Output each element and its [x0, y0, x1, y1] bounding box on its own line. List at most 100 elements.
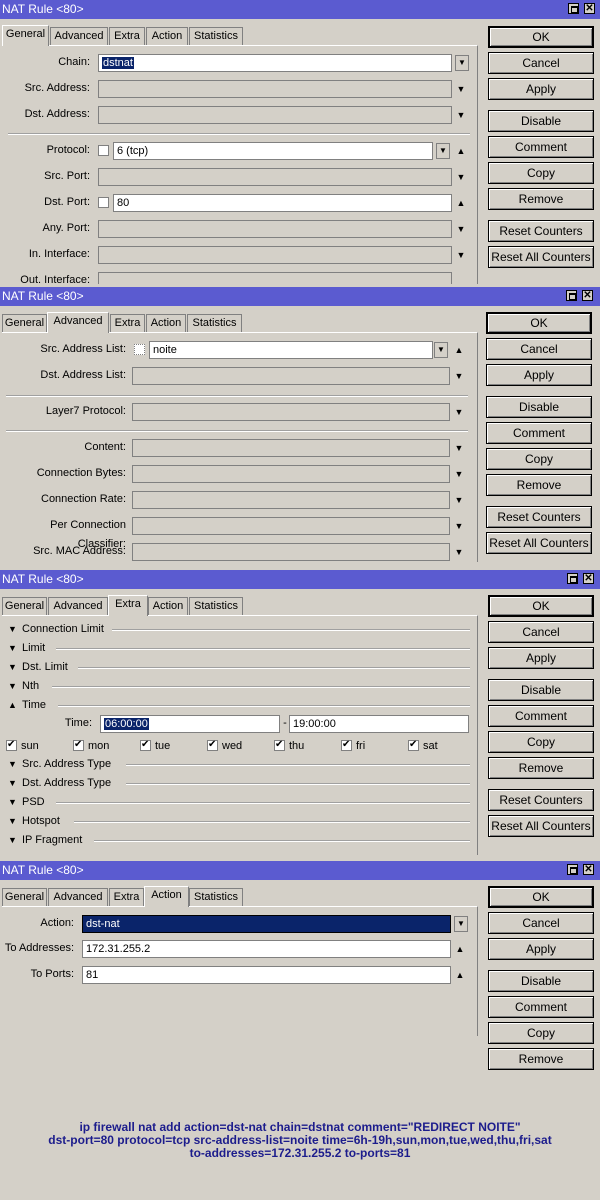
tab-action[interactable]: Action — [144, 886, 189, 907]
comment-button[interactable]: Comment — [486, 422, 592, 444]
section-ip-fragment[interactable]: ▼ IP Fragment — [8, 831, 470, 849]
src-address-list-collapse-icon[interactable]: ▲ — [453, 344, 465, 356]
to-addresses-collapse-icon[interactable]: ▲ — [454, 943, 466, 955]
apply-button[interactable]: Apply — [486, 364, 592, 386]
time-start-field[interactable]: 06:00:00 — [100, 715, 280, 733]
per-connection-classifier-field[interactable] — [132, 517, 450, 535]
disable-button[interactable]: Disable — [488, 679, 594, 701]
cancel-button[interactable]: Cancel — [486, 338, 592, 360]
day-tue-checkbox[interactable]: tue — [140, 738, 170, 753]
ok-button[interactable]: OK — [488, 595, 594, 617]
tab-statistics[interactable]: Statistics — [187, 314, 242, 332]
protocol-collapse-icon[interactable]: ▲ — [455, 145, 467, 157]
remove-button[interactable]: Remove — [486, 474, 592, 496]
protocol-field[interactable]: 6 (tcp) — [113, 142, 433, 160]
cancel-button[interactable]: Cancel — [488, 52, 594, 74]
tab-extra[interactable]: Extra — [109, 27, 145, 45]
cancel-button[interactable]: Cancel — [488, 912, 594, 934]
disable-button[interactable]: Disable — [486, 396, 592, 418]
ok-button[interactable]: OK — [486, 312, 592, 334]
remove-button[interactable]: Remove — [488, 188, 594, 210]
content-field[interactable] — [132, 439, 450, 457]
section-connection-limit[interactable]: ▼ Connection Limit — [8, 620, 470, 638]
title-bar[interactable]: NAT Rule <80> ✕ — [0, 861, 600, 880]
tab-action[interactable]: Action — [148, 597, 188, 615]
tab-statistics[interactable]: Statistics — [189, 597, 243, 615]
dst-port-invert-checkbox[interactable] — [98, 197, 109, 208]
tab-extra[interactable]: Extra — [110, 314, 145, 332]
reset-counters-button[interactable]: Reset Counters — [488, 220, 594, 242]
section-dst-limit[interactable]: ▼ Dst. Limit — [8, 658, 470, 676]
src-mac-address-expand-icon[interactable]: ▼ — [453, 546, 465, 558]
src-address-field[interactable] — [98, 80, 452, 98]
chain-dropdown-icon[interactable]: ▼ — [455, 55, 469, 71]
title-bar[interactable]: NAT Rule <80> ✕ — [0, 0, 600, 19]
dst-address-expand-icon[interactable]: ▼ — [455, 109, 467, 121]
connection-bytes-expand-icon[interactable]: ▼ — [453, 468, 465, 480]
tab-general[interactable]: General — [2, 888, 47, 906]
dst-address-field[interactable] — [98, 106, 452, 124]
protocol-dropdown-icon[interactable]: ▼ — [436, 143, 450, 159]
remove-button[interactable]: Remove — [488, 757, 594, 779]
dst-port-field[interactable]: 80 — [113, 194, 452, 212]
layer7-protocol-expand-icon[interactable]: ▼ — [453, 406, 465, 418]
in-interface-field[interactable] — [98, 246, 452, 264]
tab-advanced[interactable]: Advanced — [47, 312, 109, 333]
tab-general[interactable]: General — [2, 314, 47, 332]
src-address-expand-icon[interactable]: ▼ — [455, 83, 467, 95]
content-expand-icon[interactable]: ▼ — [453, 442, 465, 454]
tab-advanced[interactable]: Advanced — [50, 27, 108, 45]
dst-address-list-field[interactable] — [132, 367, 450, 385]
connection-rate-expand-icon[interactable]: ▼ — [453, 494, 465, 506]
section-psd[interactable]: ▼ PSD — [8, 793, 470, 811]
apply-button[interactable]: Apply — [488, 938, 594, 960]
day-thu-checkbox[interactable]: thu — [274, 738, 304, 753]
reset-all-counters-button[interactable]: Reset All Counters — [488, 246, 594, 268]
tab-action[interactable]: Action — [146, 27, 188, 45]
section-time[interactable]: ▲ Time — [8, 696, 470, 714]
dst-port-collapse-icon[interactable]: ▲ — [455, 197, 467, 209]
time-end-field[interactable]: 19:00:00 — [289, 715, 469, 733]
reset-all-counters-button[interactable]: Reset All Counters — [488, 815, 594, 837]
src-port-expand-icon[interactable]: ▼ — [455, 171, 467, 183]
tab-statistics[interactable]: Statistics — [189, 888, 243, 906]
action-dropdown-icon[interactable]: ▼ — [454, 916, 468, 932]
day-wed-checkbox[interactable]: wed — [207, 738, 242, 753]
ok-button[interactable]: OK — [488, 886, 594, 908]
day-sun-checkbox[interactable]: sun — [6, 738, 39, 753]
close-icon[interactable]: ✕ — [583, 573, 594, 584]
src-address-list-dropdown-icon[interactable]: ▼ — [434, 342, 448, 358]
out-interface-field[interactable] — [98, 272, 452, 284]
tab-extra[interactable]: Extra — [108, 595, 148, 616]
connection-bytes-field[interactable] — [132, 465, 450, 483]
layer7-protocol-field[interactable] — [132, 403, 450, 421]
tab-action[interactable]: Action — [146, 314, 186, 332]
maximize-icon[interactable] — [567, 573, 578, 584]
src-address-list-invert-checkbox[interactable] — [134, 344, 145, 355]
disable-button[interactable]: Disable — [488, 110, 594, 132]
to-addresses-field[interactable]: 172.31.255.2 — [82, 940, 451, 958]
src-mac-address-field[interactable] — [132, 543, 450, 561]
copy-button[interactable]: Copy — [488, 162, 594, 184]
copy-button[interactable]: Copy — [488, 1022, 594, 1044]
section-limit[interactable]: ▼ Limit — [8, 639, 470, 657]
ok-button[interactable]: OK — [488, 26, 594, 48]
remove-button[interactable]: Remove — [488, 1048, 594, 1070]
per-connection-classifier-expand-icon[interactable]: ▼ — [453, 520, 465, 532]
apply-button[interactable]: Apply — [488, 78, 594, 100]
reset-counters-button[interactable]: Reset Counters — [486, 506, 592, 528]
section-dst-address-type[interactable]: ▼ Dst. Address Type — [8, 774, 470, 792]
section-nth[interactable]: ▼ Nth — [8, 677, 470, 695]
section-src-address-type[interactable]: ▼ Src. Address Type — [8, 755, 470, 773]
day-mon-checkbox[interactable]: mon — [73, 738, 109, 753]
close-icon[interactable]: ✕ — [582, 290, 593, 301]
apply-button[interactable]: Apply — [488, 647, 594, 669]
title-bar[interactable]: NAT Rule <80> ✕ — [0, 287, 600, 306]
close-icon[interactable]: ✕ — [584, 3, 595, 14]
any-port-field[interactable] — [98, 220, 452, 238]
comment-button[interactable]: Comment — [488, 996, 594, 1018]
reset-counters-button[interactable]: Reset Counters — [488, 789, 594, 811]
cancel-button[interactable]: Cancel — [488, 621, 594, 643]
section-hotspot[interactable]: ▼ Hotspot — [8, 812, 470, 830]
day-fri-checkbox[interactable]: fri — [341, 738, 365, 753]
